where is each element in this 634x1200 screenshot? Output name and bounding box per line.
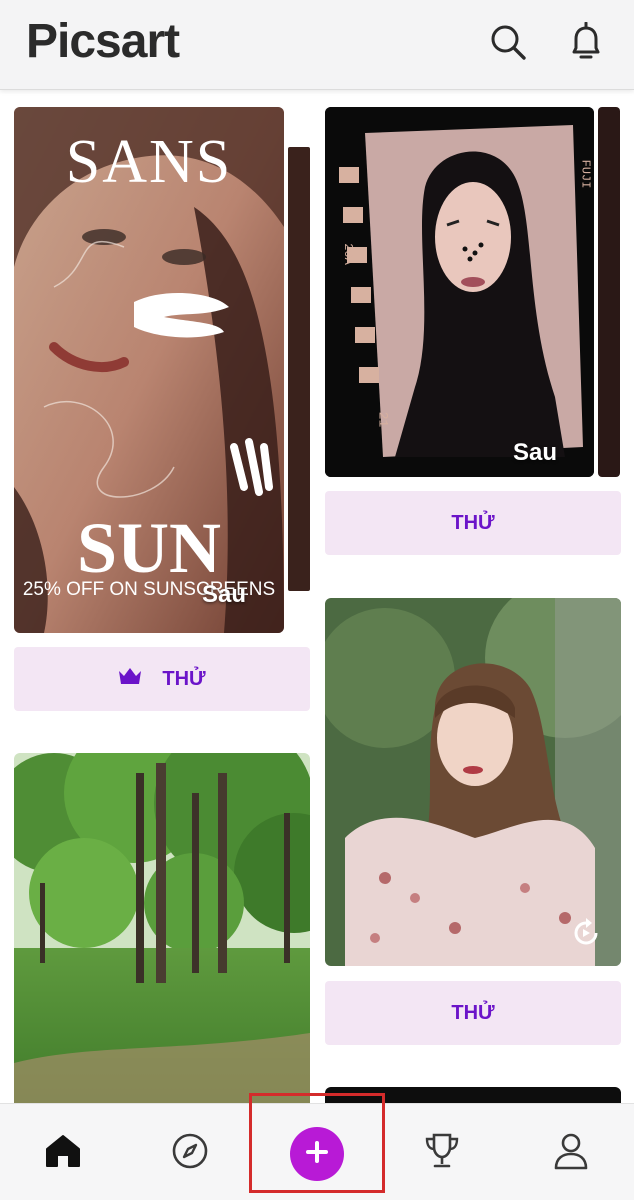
film-text-21: 21 bbox=[375, 411, 391, 428]
try-button-film[interactable]: THỬ bbox=[325, 491, 621, 555]
overlay-bottom-text: SUN bbox=[76, 508, 222, 588]
try-button-sans-sun[interactable]: THỬ bbox=[14, 647, 310, 711]
trophy-icon bbox=[422, 1131, 462, 1176]
try-label: THỬ bbox=[451, 511, 495, 534]
nav-discover[interactable] bbox=[165, 1128, 215, 1178]
feed-grid: SANS SUN 25% OFF ON SUNSCREENS Sau THỬ F… bbox=[0, 91, 634, 1103]
card-film-image[interactable]: FUJI 20A 21 Sau bbox=[325, 107, 594, 477]
card-film-peek bbox=[598, 107, 620, 477]
bell-icon[interactable] bbox=[564, 20, 608, 64]
nav-challenges[interactable] bbox=[417, 1128, 467, 1178]
plus-icon bbox=[304, 1139, 330, 1170]
card-sans-sun-peek bbox=[288, 147, 310, 591]
nav-profile[interactable] bbox=[546, 1128, 596, 1178]
nav-home[interactable] bbox=[38, 1128, 88, 1178]
try-label: THỬ bbox=[162, 667, 206, 690]
card-forest-image[interactable] bbox=[14, 753, 310, 1103]
card-girl-video-image[interactable] bbox=[325, 598, 621, 966]
film-text-20a: 20A bbox=[340, 243, 355, 265]
home-icon bbox=[44, 1133, 82, 1174]
compass-icon bbox=[171, 1132, 209, 1175]
top-app-bar: Picsart bbox=[0, 0, 634, 90]
after-label: Sau bbox=[513, 439, 558, 466]
replay-icon[interactable] bbox=[569, 916, 603, 955]
search-icon[interactable] bbox=[486, 20, 530, 64]
after-label: Sau bbox=[202, 581, 247, 608]
crown-icon bbox=[118, 667, 142, 691]
film-text-fuji: FUJI bbox=[578, 159, 593, 189]
try-button-girl-video[interactable]: THỬ bbox=[325, 981, 621, 1045]
overlay-top-text: SANS bbox=[65, 128, 233, 196]
try-label: THỬ bbox=[451, 1001, 495, 1024]
card-sans-sun-image[interactable]: SANS SUN 25% OFF ON SUNSCREENS Sau bbox=[14, 107, 284, 633]
picsart-logo[interactable]: Picsart bbox=[26, 14, 180, 69]
nav-create[interactable] bbox=[290, 1127, 344, 1181]
user-icon bbox=[552, 1131, 590, 1176]
